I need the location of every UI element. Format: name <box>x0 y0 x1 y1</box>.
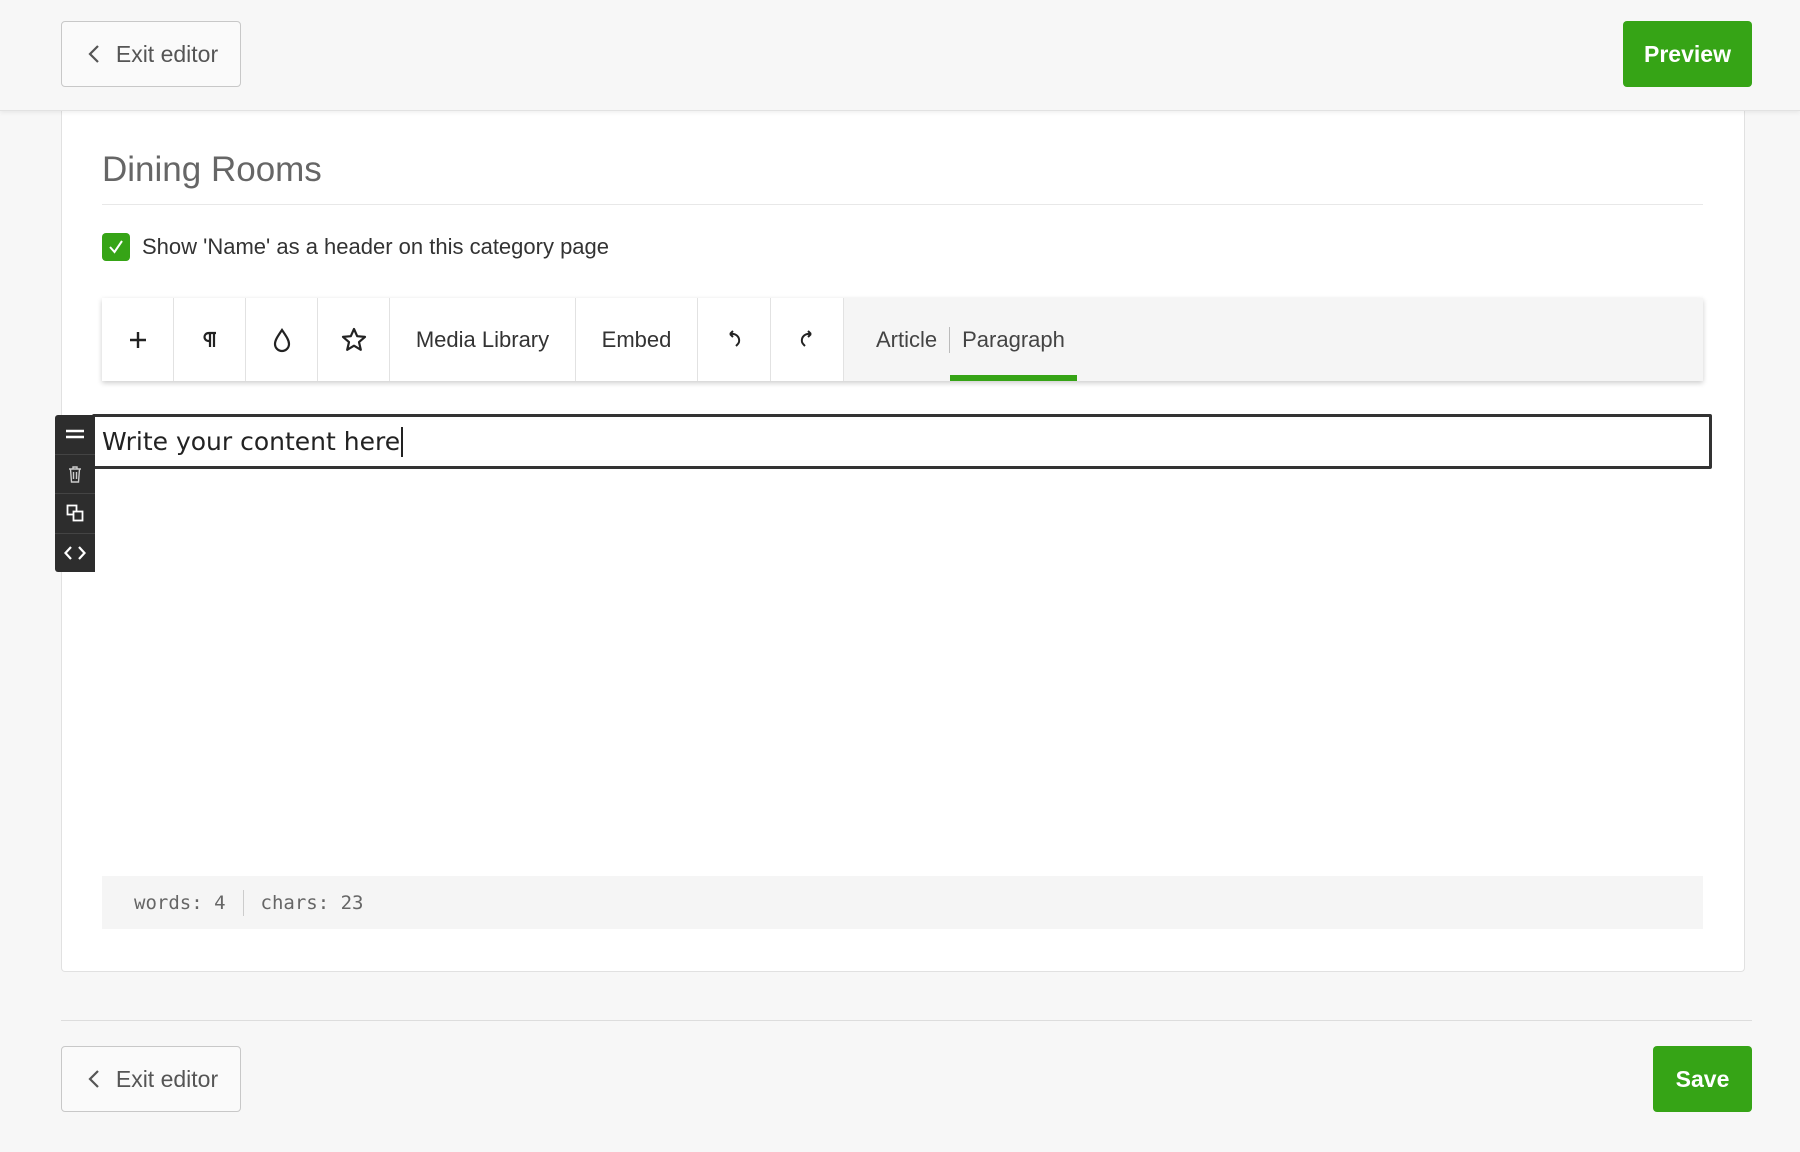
preview-button[interactable]: Preview <box>1623 21 1752 87</box>
color-button[interactable] <box>246 298 318 381</box>
chevron-left-icon <box>84 1068 106 1090</box>
exit-editor-button-footer[interactable]: Exit editor <box>61 1046 241 1112</box>
media-library-button[interactable]: Media Library <box>390 298 576 381</box>
drag-handle-icon <box>66 430 84 439</box>
code-view-button[interactable] <box>55 534 95 573</box>
checkmark-icon <box>109 240 123 254</box>
editor-toolbar: Media Library Embed Article Paragraph <box>102 298 1703 381</box>
duplicate-icon <box>66 504 84 522</box>
word-count-bar: words: 4 chars: 23 <box>102 876 1703 929</box>
undo-button[interactable] <box>698 298 771 381</box>
drag-handle-button[interactable] <box>55 415 95 455</box>
block-tools <box>55 415 95 572</box>
undo-icon <box>729 329 741 347</box>
editor-tabs: Article Paragraph <box>844 298 1077 381</box>
text-cursor <box>401 426 404 457</box>
embed-button[interactable]: Embed <box>576 298 698 381</box>
top-bar: Exit editor Preview <box>0 0 1800 111</box>
tab-paragraph[interactable]: Paragraph <box>950 298 1077 381</box>
add-block-button[interactable] <box>102 298 174 381</box>
pilcrow-icon <box>202 331 216 347</box>
paragraph-format-button[interactable] <box>174 298 246 381</box>
char-count: chars: 23 <box>260 891 364 914</box>
delete-block-button[interactable] <box>55 455 95 494</box>
chevron-left-icon <box>84 43 106 65</box>
save-button[interactable]: Save <box>1653 1046 1752 1112</box>
exit-editor-label: Exit editor <box>115 1065 219 1092</box>
show-name-label: Show 'Name' as a header on this category… <box>142 234 610 259</box>
duplicate-block-button[interactable] <box>55 494 95 534</box>
redo-button[interactable] <box>771 298 844 381</box>
exit-editor-label: Exit editor <box>115 40 219 67</box>
footer-divider <box>61 1020 1752 1021</box>
show-name-checkbox[interactable] <box>102 233 130 261</box>
editor-card: Dining Rooms Show 'Name' as a header on … <box>55 100 1745 972</box>
exit-editor-button[interactable]: Exit editor <box>61 21 241 87</box>
plus-icon <box>129 331 146 348</box>
star-icon <box>341 327 366 351</box>
page-title: Dining Rooms <box>102 150 1703 205</box>
favorite-button[interactable] <box>318 298 390 381</box>
tab-article[interactable]: Article <box>864 298 949 381</box>
show-name-option: Show 'Name' as a header on this category… <box>102 233 609 261</box>
code-icon <box>64 546 86 560</box>
redo-icon <box>800 329 812 347</box>
editor-text: Write your content here <box>102 427 401 456</box>
word-count: words: 4 <box>134 891 226 914</box>
content-editor-block[interactable]: Write your content here <box>92 414 1712 469</box>
droplet-icon <box>273 327 290 352</box>
trash-icon <box>69 466 81 483</box>
stats-separator <box>242 889 244 916</box>
